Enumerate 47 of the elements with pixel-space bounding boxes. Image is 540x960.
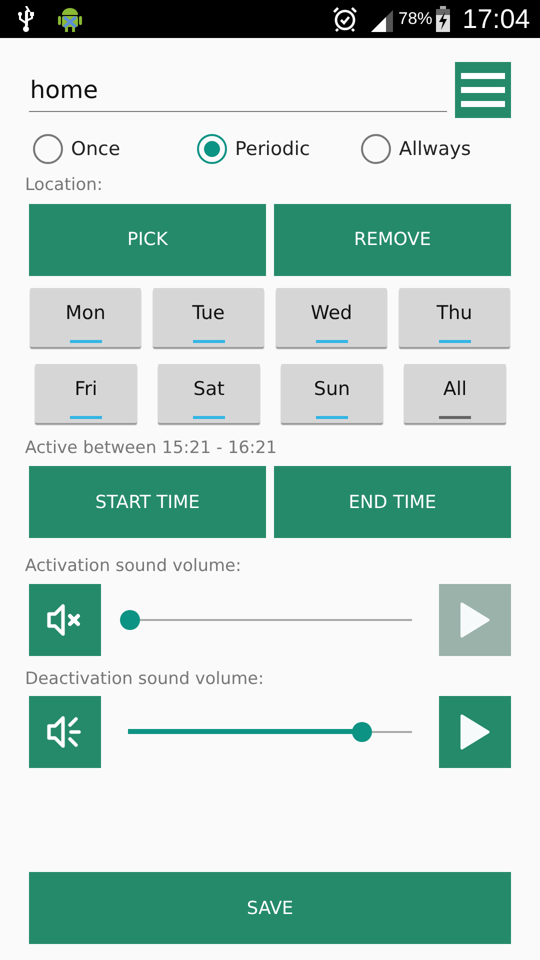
- volume-label: Activation sound volume:: [25, 555, 242, 578]
- mute-button[interactable]: [29, 584, 101, 656]
- play-icon: [459, 600, 491, 638]
- day-toggle-button[interactable]: Sat: [158, 364, 260, 422]
- radio-button[interactable]: [197, 134, 227, 164]
- toggle-indicator: [316, 340, 348, 342]
- radio-label: Once: [71, 136, 120, 162]
- volume-button[interactable]: [29, 696, 101, 768]
- battery-percent: 78%: [398, 8, 432, 30]
- slider-thumb[interactable]: [120, 610, 140, 630]
- play-icon: [459, 713, 491, 751]
- pick-button[interactable]: PICK: [29, 204, 266, 276]
- day-toggle-button[interactable]: Sun: [281, 364, 383, 422]
- menu-icon: [461, 73, 505, 107]
- active-time-label: Active between 15:21 - 16:21: [25, 436, 278, 460]
- volume-label: Deactivation sound volume:: [25, 668, 265, 690]
- day-toggle-button[interactable]: Fri: [35, 364, 137, 422]
- remove-button[interactable]: REMOVE: [274, 204, 511, 276]
- toggle-indicator: [192, 340, 224, 342]
- radio-label: Allways: [399, 136, 471, 162]
- radio-button[interactable]: [361, 134, 391, 164]
- toggle-indicator: [316, 416, 348, 418]
- toggle-indicator: [439, 416, 471, 418]
- radio-label: Periodic: [235, 136, 310, 162]
- toggle-indicator: [70, 416, 102, 418]
- toggle-indicator: [438, 340, 470, 342]
- alarm-icon: [332, 6, 358, 32]
- menu-button[interactable]: [455, 62, 511, 118]
- day-toggle-button[interactable]: All: [404, 364, 506, 422]
- name-field[interactable]: home: [29, 68, 447, 112]
- location-label: Location:: [25, 174, 104, 197]
- start-time-button[interactable]: START TIME: [29, 466, 266, 538]
- slider-thumb[interactable]: [352, 722, 372, 742]
- save-button[interactable]: SAVE: [29, 872, 511, 944]
- android-debug-icon: [58, 6, 82, 32]
- day-toggle-button[interactable]: Mon: [30, 288, 141, 346]
- day-toggle-button[interactable]: Wed: [276, 288, 387, 346]
- toggle-indicator: [70, 340, 102, 342]
- clock-time: 17:04: [462, 2, 530, 36]
- usb-icon: [18, 6, 34, 32]
- end-time-button[interactable]: END TIME: [274, 466, 511, 538]
- toggle-indicator: [193, 416, 225, 418]
- battery-charging-icon: [436, 6, 450, 32]
- day-toggle-button[interactable]: Tue: [153, 288, 264, 346]
- play-button[interactable]: [439, 696, 511, 768]
- day-toggle-button[interactable]: Thu: [399, 288, 510, 346]
- radio-button[interactable]: [33, 134, 63, 164]
